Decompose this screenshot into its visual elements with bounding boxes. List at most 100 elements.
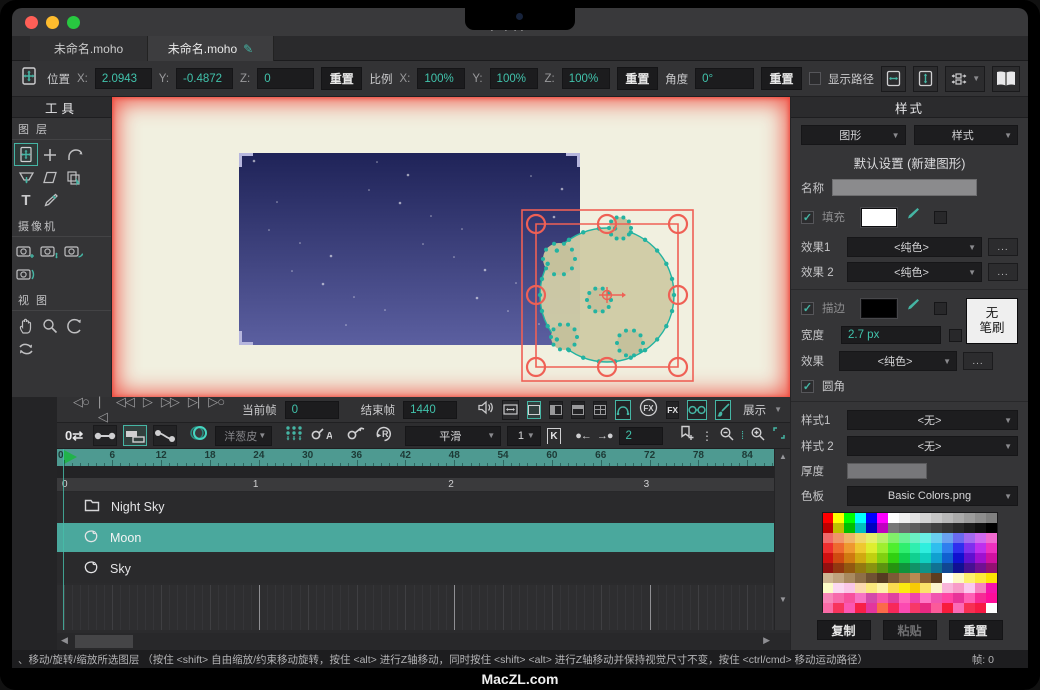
palette-swatch[interactable] xyxy=(844,563,855,573)
palette-swatch[interactable] xyxy=(855,543,866,553)
palette-swatch[interactable] xyxy=(942,553,953,563)
flip-horizontal-button[interactable] xyxy=(881,66,906,92)
stroke-width-input[interactable]: 2.7 px xyxy=(841,326,941,344)
position-x-input[interactable]: 2.0943 xyxy=(95,68,152,89)
palette-swatch[interactable] xyxy=(844,593,855,603)
playhead-marker[interactable] xyxy=(64,450,77,464)
palette-swatch[interactable] xyxy=(899,563,910,573)
layer-row-night-sky[interactable]: Night Sky xyxy=(57,492,774,521)
palette-swatch[interactable] xyxy=(877,583,888,593)
palette-swatch[interactable] xyxy=(953,533,964,543)
flip-vertical-button[interactable] xyxy=(913,66,938,92)
palette-swatch[interactable] xyxy=(823,543,834,553)
palette-swatch[interactable] xyxy=(877,523,888,533)
spread-points-dropdown-button[interactable]: ▼ xyxy=(945,66,985,92)
palette-swatch[interactable] xyxy=(964,603,975,613)
stroke-effect-dropdown[interactable]: <纯色>▼ xyxy=(839,351,957,371)
palette-swatch[interactable] xyxy=(975,593,986,603)
palette-swatch[interactable] xyxy=(888,523,899,533)
palette-swatch[interactable] xyxy=(899,523,910,533)
palette-swatch[interactable] xyxy=(899,513,910,523)
onion-skin-icon[interactable] xyxy=(189,425,209,446)
palette-swatch[interactable] xyxy=(899,533,910,543)
palette-swatch[interactable] xyxy=(823,513,834,523)
reset-rotation-icon[interactable]: R xyxy=(374,425,393,447)
position-y-input[interactable]: -0.4872 xyxy=(176,68,233,89)
palette-swatch[interactable] xyxy=(866,573,877,583)
palette-swatch[interactable] xyxy=(823,573,834,583)
palette-swatch[interactable] xyxy=(942,513,953,523)
track-camera-tool[interactable] xyxy=(14,240,38,263)
layout-single-view-button[interactable] xyxy=(527,401,541,419)
palette-swatch[interactable] xyxy=(975,523,986,533)
timeline-vertical-scrollbar[interactable]: ▲ ▼ xyxy=(774,449,790,630)
add-marker-icon[interactable] xyxy=(679,425,695,447)
palette-swatch[interactable] xyxy=(975,543,986,553)
palette-swatch[interactable] xyxy=(877,543,888,553)
palette-swatch[interactable] xyxy=(866,603,877,613)
position-z-input[interactable]: 0 xyxy=(257,68,314,89)
palette-swatch[interactable] xyxy=(953,603,964,613)
scale-y-input[interactable]: 100% xyxy=(490,68,538,89)
reset-scale-button[interactable]: 重置 xyxy=(617,67,658,90)
scroll-right-icon[interactable]: ▶ xyxy=(763,635,770,646)
zoom-out-timeline-icon[interactable] xyxy=(719,426,735,446)
duplicate-layer-tool[interactable] xyxy=(62,166,86,189)
palette-swatch[interactable] xyxy=(931,553,942,563)
palette-swatch[interactable] xyxy=(986,543,997,553)
palette-swatch[interactable] xyxy=(877,573,888,583)
copy-style-button[interactable]: 复制 xyxy=(817,620,871,640)
palette-swatch[interactable] xyxy=(920,553,931,563)
palette-swatch[interactable] xyxy=(866,593,877,603)
reset-view-tool[interactable] xyxy=(14,337,38,360)
palette-swatch[interactable] xyxy=(931,573,942,583)
palette-swatch[interactable] xyxy=(844,553,855,563)
palette-swatch[interactable] xyxy=(910,573,921,583)
palette-swatch[interactable] xyxy=(888,583,899,593)
fill-checkbox[interactable]: ✓ xyxy=(801,211,814,224)
channel-count-dropdown[interactable]: 1▼ xyxy=(507,426,541,446)
palette-swatch[interactable] xyxy=(986,563,997,573)
palette-swatch[interactable] xyxy=(920,543,931,553)
rekey-zero-button[interactable]: 0⇄ xyxy=(61,428,87,444)
palette-swatch[interactable] xyxy=(855,513,866,523)
palette-swatch[interactable] xyxy=(920,583,931,593)
jump-start-button[interactable]: |◁ xyxy=(98,394,107,425)
scroll-left-icon[interactable]: ◀ xyxy=(61,635,68,646)
palette-swatch[interactable] xyxy=(833,543,844,553)
palette-swatch[interactable] xyxy=(855,533,866,543)
document-canvas[interactable] xyxy=(112,97,790,398)
palette-swatch[interactable] xyxy=(888,533,899,543)
palette-swatch[interactable] xyxy=(953,593,964,603)
end-frame-input[interactable]: 1440 xyxy=(403,401,457,419)
manual-book-button[interactable] xyxy=(992,66,1020,92)
palette-swatch[interactable] xyxy=(964,563,975,573)
palette-swatch[interactable] xyxy=(975,583,986,593)
palette-swatch[interactable] xyxy=(844,573,855,583)
palette-swatch[interactable] xyxy=(833,523,844,533)
palette-swatch[interactable] xyxy=(888,603,899,613)
eyedropper-tool[interactable] xyxy=(38,189,62,212)
palette-swatch[interactable] xyxy=(877,563,888,573)
more-dots-icon[interactable]: ⋮ xyxy=(701,429,713,443)
palette-swatch[interactable] xyxy=(920,593,931,603)
mute-audio-button[interactable] xyxy=(477,400,494,420)
stroke-checkbox[interactable]: ✓ xyxy=(801,302,814,315)
angle-input[interactable]: 0° xyxy=(695,68,754,89)
width-extra-toggle[interactable] xyxy=(949,329,962,342)
palette-swatch[interactable] xyxy=(866,533,877,543)
palette-swatch[interactable] xyxy=(975,513,986,523)
palette-swatch[interactable] xyxy=(942,523,953,533)
palette-swatch[interactable] xyxy=(833,573,844,583)
key-step-input[interactable]: 2 xyxy=(619,427,663,445)
palette-swatch[interactable] xyxy=(942,593,953,603)
palette-swatch[interactable] xyxy=(833,533,844,543)
palette-swatch[interactable] xyxy=(931,563,942,573)
jump-end-button[interactable]: ▷| xyxy=(188,394,199,425)
palette-swatch[interactable] xyxy=(964,593,975,603)
scroll-down-icon[interactable]: ▼ xyxy=(775,595,791,604)
palette-swatch[interactable] xyxy=(855,603,866,613)
palette-swatch[interactable] xyxy=(855,563,866,573)
palette-swatch[interactable] xyxy=(833,563,844,573)
palette-swatch[interactable] xyxy=(855,573,866,583)
